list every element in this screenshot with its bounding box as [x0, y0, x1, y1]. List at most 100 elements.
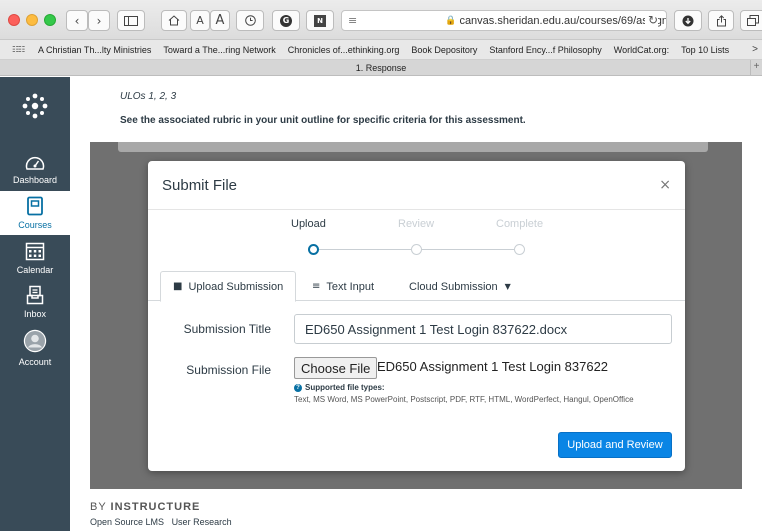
footer-link[interactable]: Open Source LMS	[90, 517, 164, 527]
avatar-icon	[23, 329, 47, 353]
grammarly-extension-button[interactable]: G	[272, 10, 300, 31]
browser-toolbar: ‹ › A A G N ≡ 🔒 canvas.sheridan.edu.au/c…	[0, 0, 762, 40]
share-icon	[716, 14, 726, 26]
grammarly-icon: G	[280, 14, 292, 27]
footer-links: Open Source LMS User Research	[90, 517, 237, 527]
close-window-button[interactable]	[8, 14, 20, 26]
forward-button[interactable]: ›	[88, 10, 110, 31]
footer-link[interactable]: User Research	[172, 517, 232, 527]
bookmark-item[interactable]: Book Depository	[411, 45, 477, 55]
nav-item-calendar[interactable]: Calendar	[0, 241, 70, 275]
bookmark-item[interactable]: Toward a The...ring Network	[163, 45, 275, 55]
browser-tab-bar: 1. Response +	[0, 60, 762, 76]
ulos-text: ULOs 1, 2, 3	[120, 91, 177, 102]
supported-types-heading-text: Supported file types:	[305, 383, 385, 392]
supported-types-list: Text, MS Word, MS PowerPoint, Postscript…	[294, 395, 634, 404]
step-review-label: Review	[398, 218, 435, 230]
nav-item-dashboard[interactable]: Dashboard	[0, 155, 70, 185]
tab-label: Text Input	[326, 280, 375, 293]
bookmark-item[interactable]: Stanford Ency...f Philosophy	[489, 45, 601, 55]
step-connector	[422, 249, 514, 250]
nav-item-inbox[interactable]: Inbox	[0, 285, 70, 319]
minimize-window-button[interactable]	[26, 14, 38, 26]
step-review-indicator	[411, 244, 422, 255]
maximize-window-button[interactable]	[44, 14, 56, 26]
onenote-extension-button[interactable]: N	[306, 10, 334, 31]
step-complete-label: Complete	[496, 218, 544, 230]
back-button[interactable]: ‹	[66, 10, 88, 31]
tab-upload-submission[interactable]: ■ Upload Submission	[160, 271, 297, 302]
sidebar-toggle-button[interactable]	[117, 10, 145, 31]
submission-file-label: Submission File	[186, 363, 271, 377]
footer-brand-prefix: BY	[90, 501, 107, 513]
downloads-button[interactable]	[674, 10, 702, 31]
nav-item-label: Inbox	[23, 309, 47, 319]
courses-book-icon	[27, 196, 43, 216]
download-icon	[682, 15, 694, 26]
step-upload-label: Upload	[291, 218, 326, 230]
logo-icon	[22, 93, 48, 119]
choose-file-button[interactable]: Choose File	[294, 357, 378, 379]
caret-down-icon: ▼	[504, 282, 511, 291]
top-sites-grid-icon[interactable]: ☷☷	[12, 45, 26, 54]
background-panel	[118, 142, 708, 152]
tab-label: Upload Submission	[188, 280, 284, 293]
nav-item-label: Courses	[18, 220, 52, 230]
home-button[interactable]	[161, 10, 187, 31]
text-smaller-label: A	[196, 14, 204, 27]
supported-types-heading: ? Supported file types:	[294, 383, 385, 392]
footer-brand[interactable]: BY INSTRUCTURE	[90, 501, 200, 513]
reader-view-icon[interactable]: ≡	[348, 14, 357, 27]
bookmark-item[interactable]: WorldCat.org:	[614, 45, 669, 55]
nav-item-label: Calendar	[16, 265, 54, 275]
text-larger-label: A	[215, 13, 225, 28]
nav-item-courses[interactable]: Courses	[0, 191, 70, 235]
bookmark-item[interactable]: A Christian Th...lty Ministries	[38, 45, 151, 55]
chevron-left-icon: ‹	[74, 13, 80, 28]
tab-overview-button[interactable]	[740, 10, 762, 31]
footer-brand-name: INSTRUCTURE	[110, 501, 201, 513]
chosen-file-name: ED650 Assignment 1 Test Login 837622	[377, 359, 609, 374]
nav-item-account[interactable]: Account	[0, 329, 70, 367]
text-lines-icon: ≡	[312, 281, 321, 292]
onenote-icon: N	[314, 14, 326, 27]
submission-tabs: ■ Upload Submission ≡ Text Input Cloud S…	[148, 271, 685, 302]
tab-cloud-submission[interactable]: Cloud Submission ▼	[409, 271, 511, 302]
nav-item-label: Account	[18, 357, 52, 367]
share-button[interactable]	[708, 10, 734, 31]
chevron-right-icon: ›	[96, 13, 102, 28]
submission-title-input[interactable]	[294, 314, 672, 344]
bookmark-item[interactable]: Top 10 Lists	[681, 45, 729, 55]
bookmark-item[interactable]: Chronicles of...ethinking.org	[288, 45, 400, 55]
close-icon[interactable]: ×	[659, 177, 671, 193]
inbox-icon	[26, 285, 44, 305]
bookmarks-bar: ☷☷ A Christian Th...lty Ministries Towar…	[0, 40, 762, 60]
institution-logo[interactable]	[0, 93, 70, 121]
home-icon	[168, 15, 180, 26]
text-smaller-button[interactable]: A	[190, 10, 210, 31]
global-navigation: Dashboard Courses Calendar Inbox Account	[0, 77, 70, 531]
file-icon: ■	[173, 281, 183, 292]
dashboard-icon	[25, 156, 45, 170]
dialog-title: Submit File	[162, 177, 238, 194]
divider	[148, 209, 685, 210]
history-button[interactable]	[236, 10, 264, 31]
tabs-icon	[747, 15, 759, 26]
text-larger-button[interactable]: A	[210, 10, 230, 31]
submit-file-dialog: Submit File × Upload Review Complete ■ U…	[148, 161, 685, 471]
new-tab-plus-icon[interactable]: +	[750, 60, 762, 75]
reload-icon[interactable]: ↻	[644, 13, 658, 27]
calendar-icon	[25, 242, 45, 261]
tab-text-input[interactable]: ≡ Text Input	[312, 271, 374, 302]
nav-item-label: Dashboard	[12, 175, 58, 185]
url-text: canvas.sheridan.edu.au/courses/69/assign…	[459, 14, 667, 27]
more-bookmarks-chevron-icon[interactable]: >	[752, 44, 758, 55]
step-complete-indicator	[514, 244, 525, 255]
step-upload-indicator	[308, 244, 319, 255]
browser-tab-title[interactable]: 1. Response	[356, 63, 407, 73]
question-icon: ?	[294, 383, 302, 392]
step-connector	[319, 249, 411, 250]
address-bar[interactable]: ≡ 🔒 canvas.sheridan.edu.au/courses/69/as…	[341, 10, 667, 31]
lock-icon: 🔒	[445, 15, 457, 26]
upload-and-review-button[interactable]: Upload and Review	[558, 432, 672, 458]
